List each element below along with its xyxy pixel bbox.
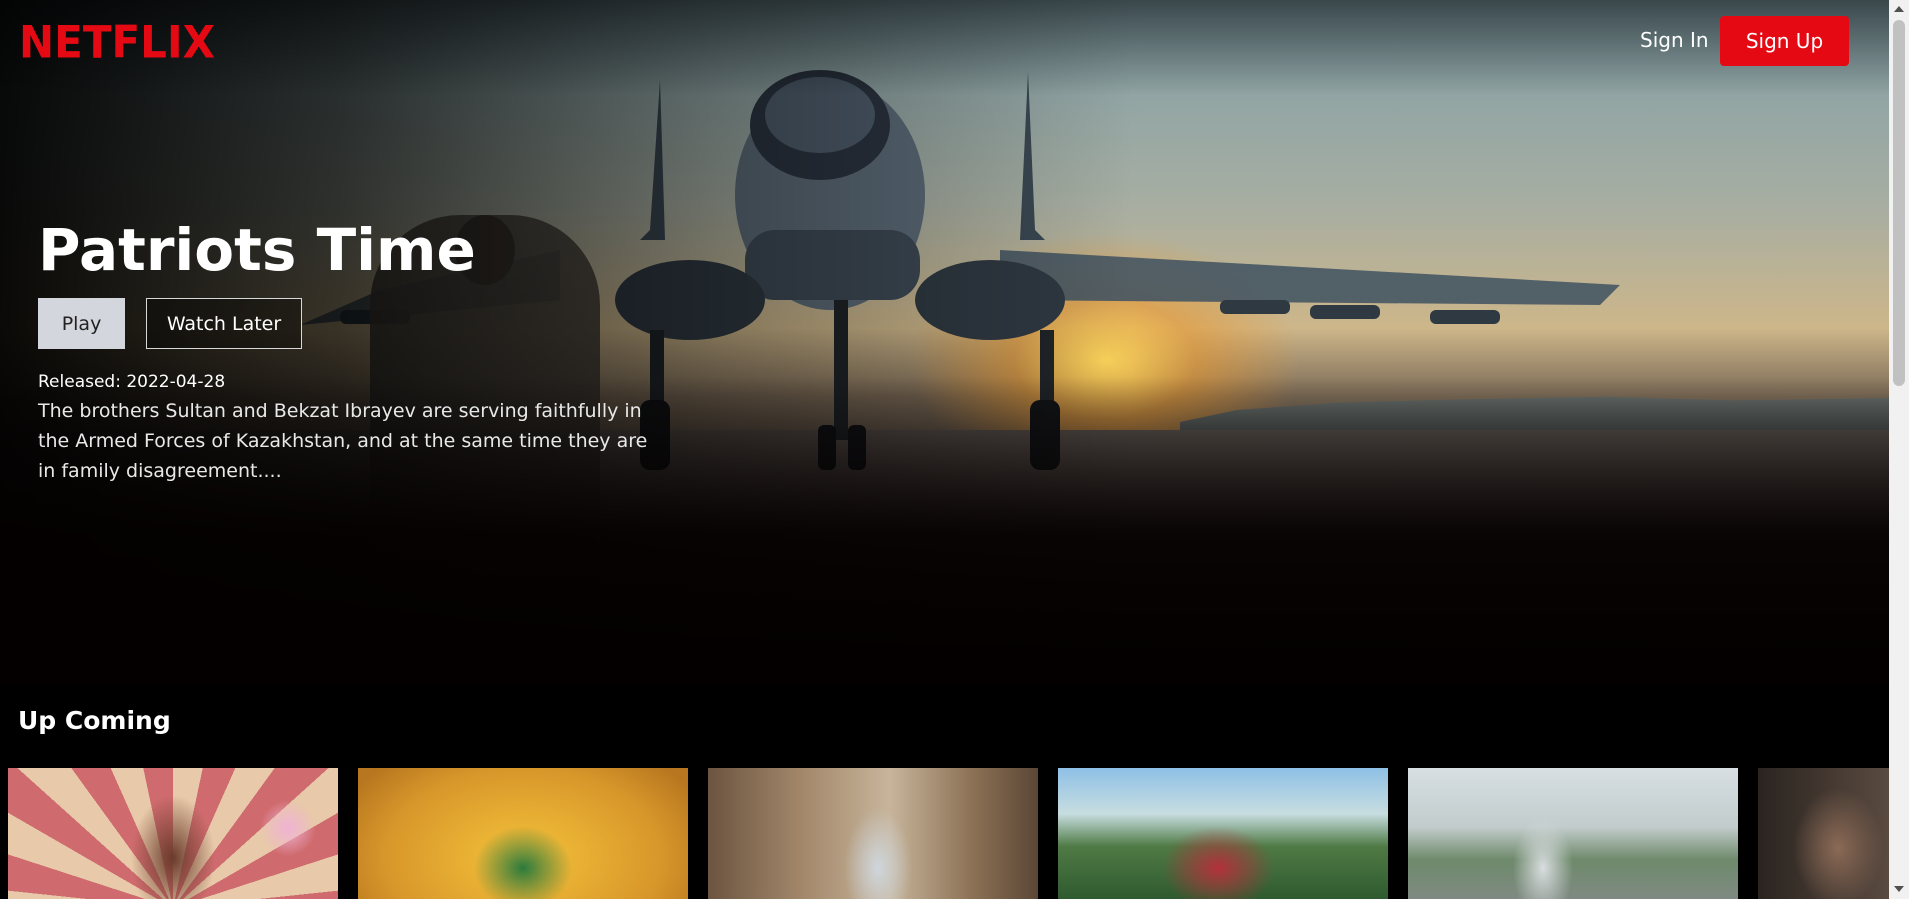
- scroll-up-arrow-icon[interactable]: [1894, 6, 1904, 12]
- upcoming-row: [8, 768, 1889, 899]
- movie-poster-card[interactable]: [1758, 768, 1889, 899]
- sign-in-link[interactable]: Sign In: [1640, 28, 1709, 52]
- movie-poster-card[interactable]: [358, 768, 688, 899]
- sign-up-button[interactable]: Sign Up: [1720, 16, 1849, 66]
- page: NETFLIX Sign In Sign Up Patriots Time Pl…: [0, 0, 1889, 899]
- scrollbar-thumb[interactable]: [1893, 20, 1905, 386]
- movie-poster-card[interactable]: [708, 768, 1038, 899]
- vertical-scrollbar[interactable]: [1889, 0, 1909, 899]
- watch-later-button[interactable]: Watch Later: [146, 298, 302, 349]
- hero-title: Patriots Time: [38, 216, 476, 284]
- hero-description: The brothers Sultan and Bekzat Ibrayev a…: [38, 400, 648, 482]
- scroll-down-arrow-icon[interactable]: [1894, 886, 1904, 892]
- movie-poster-card[interactable]: [8, 768, 338, 899]
- play-button[interactable]: Play: [38, 298, 125, 349]
- row-title-upcoming: Up Coming: [18, 706, 171, 735]
- movie-poster-card[interactable]: [1058, 768, 1388, 899]
- netflix-logo[interactable]: NETFLIX: [19, 17, 215, 68]
- movie-poster-card[interactable]: [1408, 768, 1738, 899]
- release-date: Released: 2022-04-28: [38, 372, 226, 392]
